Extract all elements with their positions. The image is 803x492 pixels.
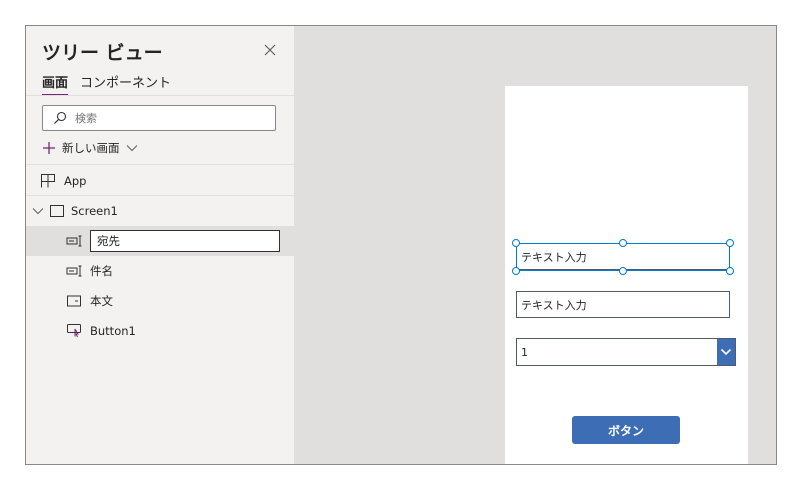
- app-icon: [41, 174, 55, 188]
- screen-canvas[interactable]: テキスト入力 テキスト入力 1 ボタン: [505, 86, 748, 464]
- text-input-icon: [66, 235, 82, 247]
- resize-handle[interactable]: [726, 239, 734, 247]
- divider: [26, 95, 294, 96]
- tree-item-honbun[interactable]: 本文: [26, 286, 294, 316]
- search-box[interactable]: [42, 105, 276, 131]
- tab-components[interactable]: コンポーネント: [80, 72, 171, 96]
- chevron-down-icon: [126, 145, 137, 152]
- dropdown-value: 1: [521, 346, 528, 359]
- tree-item-label: Button1: [90, 324, 136, 338]
- tree-item-screen1[interactable]: Screen1: [26, 196, 294, 226]
- tree-item-kenmei[interactable]: 件名: [26, 256, 294, 286]
- tree-item-label: 件名: [90, 264, 113, 278]
- search-icon: [54, 111, 67, 124]
- text-input-2[interactable]: テキスト入力: [516, 291, 730, 318]
- tree-item-label: Screen1: [71, 204, 118, 218]
- new-screen-label: 新しい画面: [62, 141, 120, 155]
- button[interactable]: ボタン: [572, 416, 680, 444]
- tab-bar: 画面 コンポーネント: [42, 72, 171, 96]
- resize-handle[interactable]: [619, 267, 627, 275]
- tree-item-app[interactable]: App: [26, 166, 294, 196]
- divider: [26, 164, 294, 165]
- dropdown[interactable]: 1: [516, 338, 736, 366]
- app-window: ツリー ビュー 画面 コンポーネント 新しい画面: [25, 25, 777, 465]
- tree-item-button1[interactable]: Button1: [26, 316, 294, 346]
- textarea-icon: [67, 295, 81, 307]
- tree-item-atesaki[interactable]: [26, 226, 294, 256]
- text-input-icon: [66, 265, 82, 277]
- rename-input[interactable]: [90, 230, 280, 252]
- button-control-icon: [67, 324, 81, 338]
- plus-icon: [43, 142, 55, 154]
- new-screen-button[interactable]: 新しい画面: [42, 138, 138, 158]
- resize-handle[interactable]: [619, 239, 627, 247]
- text-input-1[interactable]: テキスト入力: [516, 243, 730, 270]
- resize-handle[interactable]: [726, 267, 734, 275]
- search-input[interactable]: [75, 109, 265, 127]
- resize-handle[interactable]: [512, 267, 520, 275]
- close-icon[interactable]: [262, 42, 278, 58]
- chevron-down-icon[interactable]: [717, 339, 735, 365]
- tab-screens[interactable]: 画面: [42, 72, 69, 96]
- tree-item-label: App: [64, 174, 87, 188]
- resize-handle[interactable]: [512, 239, 520, 247]
- panel-title: ツリー ビュー: [42, 42, 163, 64]
- screen-icon: [50, 205, 64, 217]
- chevron-down-icon[interactable]: [32, 207, 44, 215]
- tree-item-label: 本文: [90, 294, 113, 308]
- tree-view-panel: ツリー ビュー 画面 コンポーネント 新しい画面: [26, 26, 295, 464]
